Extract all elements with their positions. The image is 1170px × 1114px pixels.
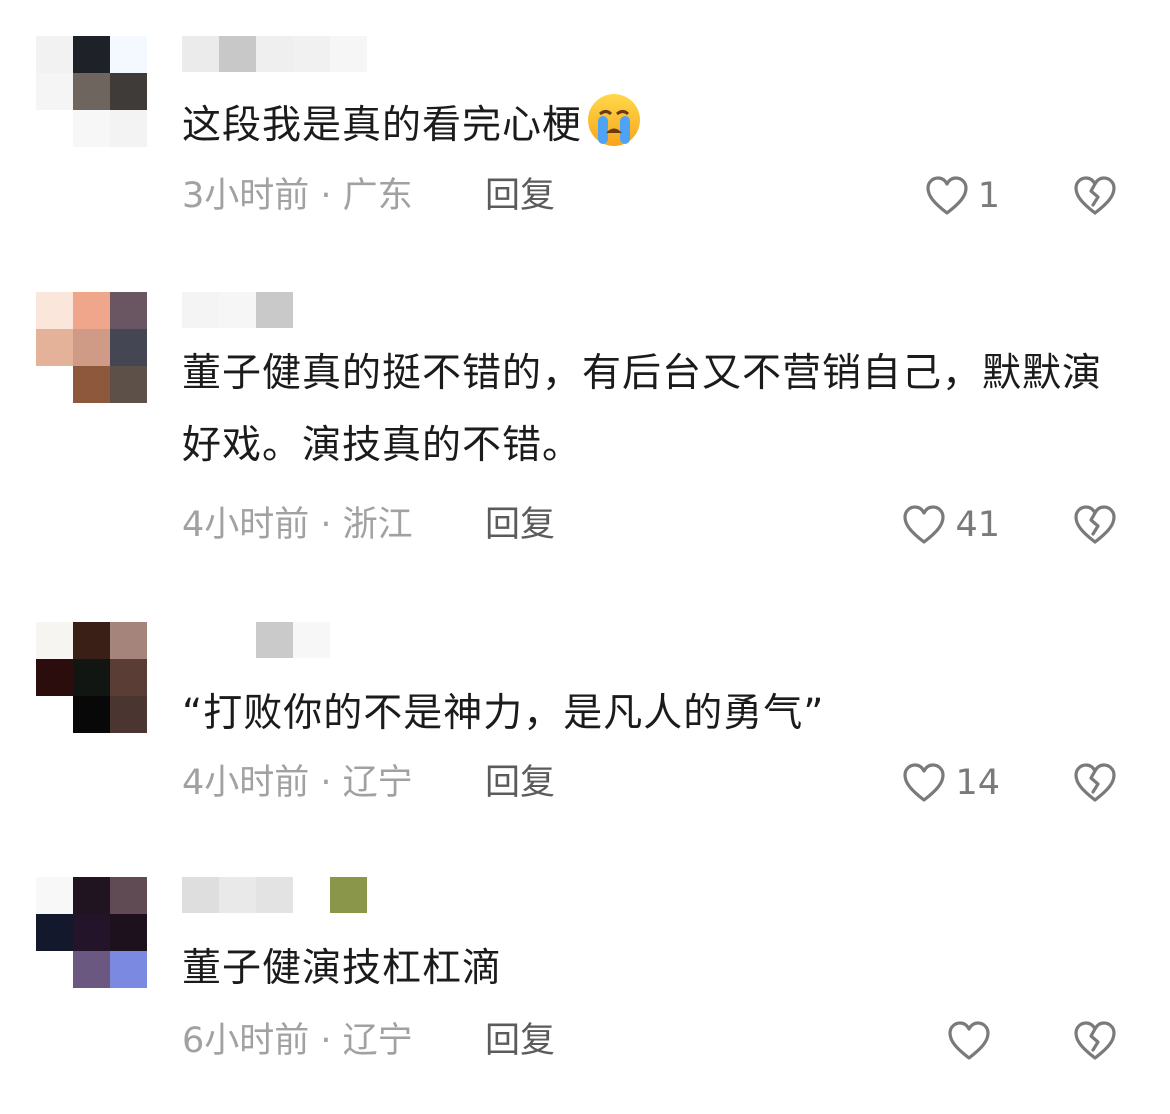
- reply-button[interactable]: 回复: [485, 759, 555, 807]
- avatar[interactable]: [36, 292, 148, 404]
- broken-heart-icon: [1074, 176, 1116, 215]
- username-blurred[interactable]: [182, 622, 330, 658]
- dislike-button[interactable]: [1072, 1017, 1118, 1065]
- like-count: 14: [955, 763, 1000, 803]
- broken-heart-icon: [1074, 763, 1116, 802]
- like-button[interactable]: 1: [924, 172, 1000, 220]
- comment-time: 4小时前: [182, 505, 310, 545]
- like-button[interactable]: 14: [901, 759, 1000, 807]
- comment-location: 辽宁: [342, 763, 413, 803]
- dislike-button[interactable]: [1072, 501, 1118, 549]
- comment-time: 3小时前: [182, 176, 310, 216]
- meta-separator: ·: [309, 176, 343, 216]
- heart-outline-icon: [926, 176, 968, 215]
- comment-location: 浙江: [342, 505, 413, 545]
- comment-time: 6小时前: [182, 1021, 310, 1061]
- heart-outline-icon: [948, 1021, 990, 1060]
- comment-time: 4小时前: [182, 763, 310, 803]
- meta-separator: ·: [309, 505, 343, 545]
- comment-meta: 4小时前 · 浙江: [182, 501, 413, 549]
- like-count: 1: [977, 176, 1000, 216]
- dislike-button[interactable]: [1072, 759, 1118, 807]
- heart-outline-icon: [903, 505, 946, 544]
- avatar[interactable]: [36, 622, 148, 734]
- comment-meta: 4小时前 · 辽宁: [182, 759, 413, 807]
- reply-button[interactable]: 回复: [485, 172, 555, 220]
- comment-text-content: 这段我是真的看完心梗: [182, 103, 583, 148]
- username-blurred[interactable]: [182, 877, 367, 913]
- broken-heart-icon: [1074, 1021, 1116, 1060]
- avatar[interactable]: [36, 36, 148, 148]
- comment-location: 辽宁: [342, 1021, 413, 1061]
- comment-text: “打败你的不是神力，是凡人的勇气”: [182, 691, 825, 736]
- comment-text: 这段我是真的看完心梗: [182, 90, 1122, 162]
- reply-button[interactable]: 回复: [485, 501, 555, 549]
- broken-heart-icon: [1074, 505, 1116, 544]
- username-blurred[interactable]: [182, 36, 367, 72]
- crying-face-emoji-icon: [588, 94, 641, 146]
- meta-separator: ·: [309, 1021, 343, 1061]
- like-button[interactable]: [946, 1017, 1000, 1065]
- dislike-button[interactable]: [1072, 172, 1118, 220]
- comment-location: 广东: [342, 176, 413, 216]
- like-count: 41: [955, 505, 1000, 545]
- username-blurred[interactable]: [182, 292, 293, 328]
- like-button[interactable]: 41: [901, 501, 1000, 549]
- avatar[interactable]: [36, 877, 148, 989]
- reply-button[interactable]: 回复: [485, 1017, 555, 1065]
- comment-text: 董子健演技杠杠滴: [182, 946, 503, 991]
- heart-outline-icon: [903, 763, 946, 802]
- comment-meta: 6小时前 · 辽宁: [182, 1017, 413, 1065]
- comment-text: 董子健真的挺不错的，有后台又不营销自己，默默演好戏。演技真的不错。: [182, 351, 1103, 468]
- meta-separator: ·: [309, 763, 343, 803]
- comment-meta: 3小时前 · 广东: [182, 172, 413, 220]
